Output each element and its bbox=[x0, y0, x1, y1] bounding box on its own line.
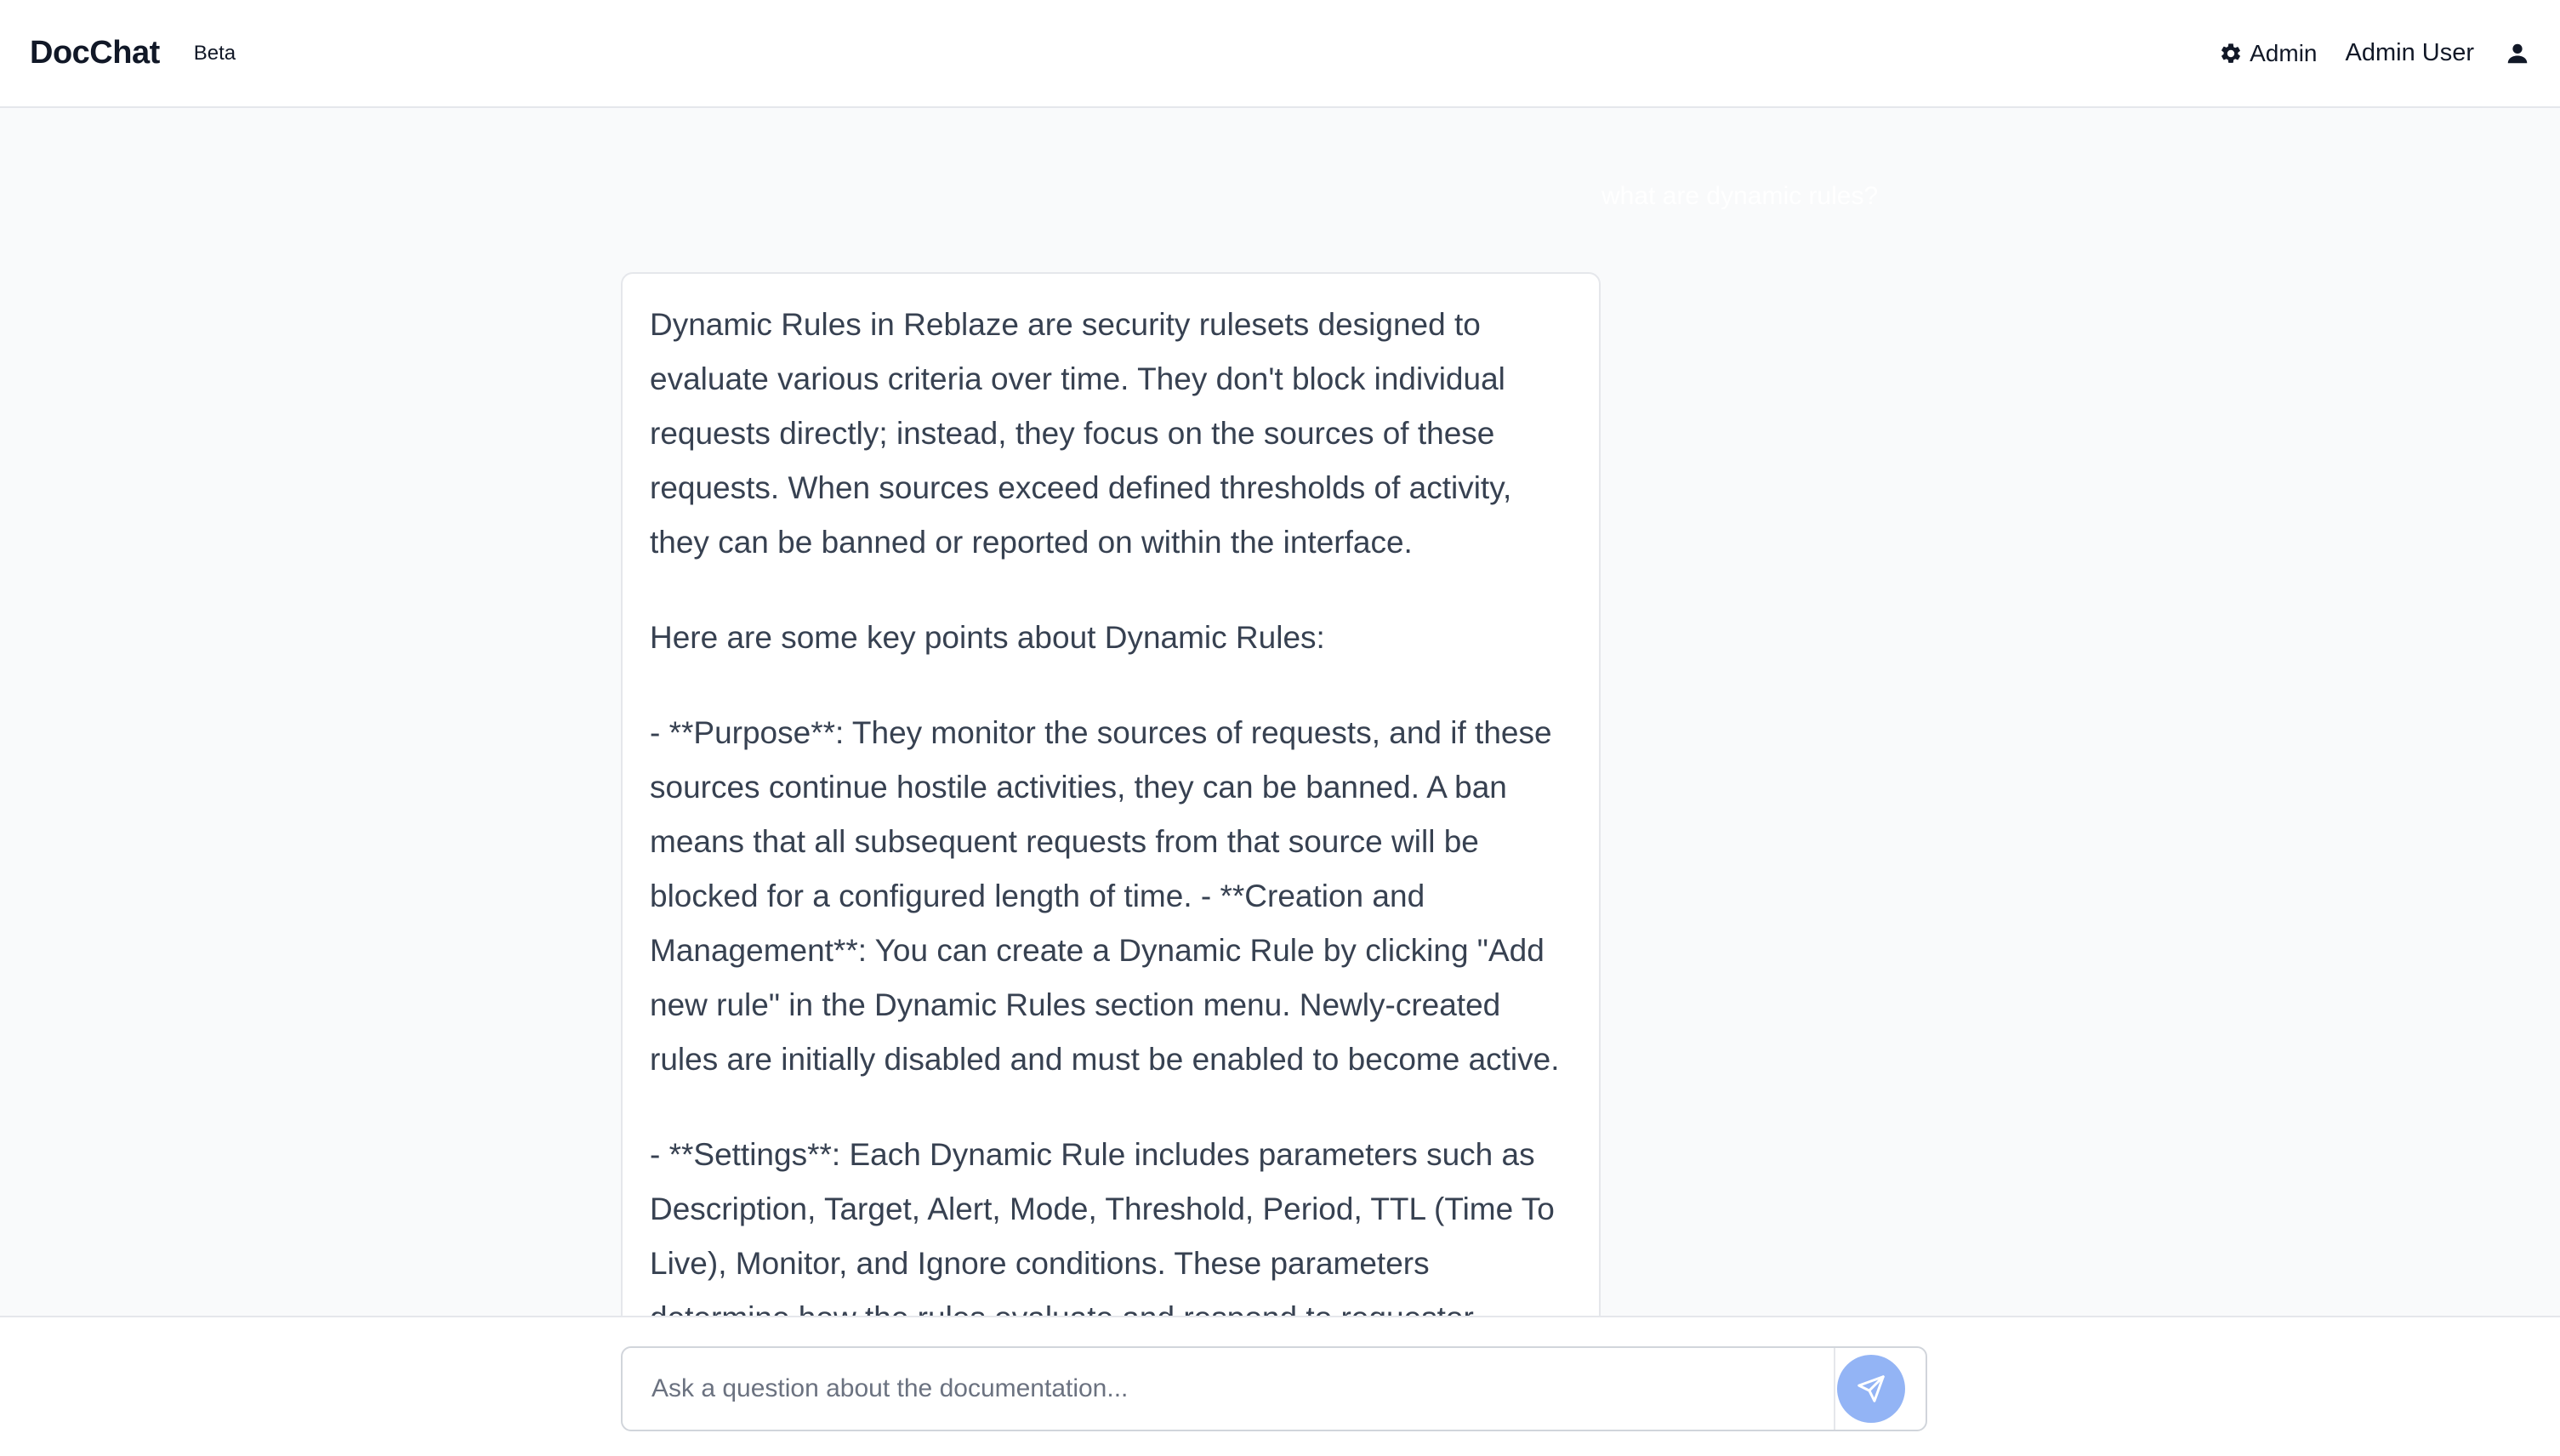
chat-area[interactable]: what are dynamic rules? Dynamic Rules in… bbox=[0, 110, 2560, 1316]
top-navbar: DocChat Beta Admin Admin User bbox=[0, 0, 2560, 108]
answer-paragraph: Dynamic Rules in Reblaze are security ru… bbox=[650, 307, 1512, 560]
brand: DocChat Beta bbox=[30, 35, 236, 71]
composer bbox=[621, 1346, 1927, 1431]
user-name[interactable]: Admin User bbox=[2346, 39, 2475, 67]
answer-paragraph: - **Purpose**: They monitor the sources … bbox=[650, 715, 1560, 1077]
send-icon bbox=[1857, 1375, 1885, 1402]
user-icon[interactable] bbox=[2505, 41, 2530, 66]
send-button[interactable] bbox=[1837, 1355, 1905, 1423]
question-input[interactable] bbox=[623, 1348, 1834, 1430]
composer-bar bbox=[0, 1316, 2560, 1456]
app-title[interactable]: DocChat bbox=[30, 35, 160, 71]
admin-link-label: Admin bbox=[2250, 39, 2318, 66]
answer-paragraph: - **Settings**: Each Dynamic Rule includ… bbox=[650, 1137, 1555, 1316]
composer-divider bbox=[1834, 1348, 1835, 1430]
nav-right: Admin Admin User bbox=[2219, 39, 2530, 67]
answer-paragraph: Here are some key points about Dynamic R… bbox=[650, 620, 1325, 655]
admin-link[interactable]: Admin bbox=[2219, 39, 2318, 67]
gear-icon bbox=[2222, 43, 2241, 63]
user-icon-graphic bbox=[2507, 43, 2528, 63]
beta-badge: Beta bbox=[193, 41, 236, 65]
assistant-message: Dynamic Rules in Reblaze are security ru… bbox=[621, 272, 1601, 1316]
user-message: what are dynamic rules? bbox=[1601, 182, 1879, 210]
